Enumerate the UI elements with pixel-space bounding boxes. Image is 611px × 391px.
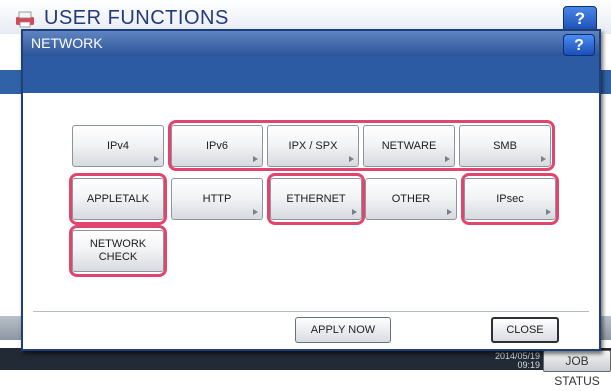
apply-now-button[interactable]: APPLY NOW — [295, 317, 391, 343]
close-button[interactable]: CLOSE — [491, 317, 559, 343]
triangle-right-icon — [253, 156, 258, 162]
netware-label: NETWARE — [381, 139, 437, 152]
other-button[interactable]: OTHER — [365, 178, 457, 220]
triangle-right-icon — [546, 209, 551, 215]
appletalk-label: APPLETALK — [86, 192, 150, 205]
network-check-label-line2: CHECK — [98, 251, 138, 263]
ipsec-button[interactable]: IPsec — [464, 178, 556, 220]
dialog-title: NETWORK — [31, 35, 103, 51]
smb-label: SMB — [493, 139, 517, 152]
job-status-button[interactable]: JOB STATUS — [543, 350, 611, 388]
triangle-right-icon — [352, 209, 357, 215]
ipsec-label: IPsec — [496, 192, 524, 205]
triangle-right-icon — [447, 209, 452, 215]
http-label: HTTP — [202, 192, 232, 205]
triangle-right-icon — [349, 156, 354, 162]
triangle-right-icon — [154, 156, 159, 162]
triangle-right-icon — [541, 156, 546, 162]
background-title: USER FUNCTIONS — [44, 7, 229, 29]
ethernet-label: ETHERNET — [286, 192, 346, 205]
dialog-info-band — [23, 56, 599, 93]
smb-button[interactable]: SMB — [459, 125, 551, 167]
ipv6-label: IPv6 — [205, 139, 228, 152]
netware-button[interactable]: NETWARE — [363, 125, 455, 167]
appletalk-button[interactable]: APPLETALK — [72, 178, 164, 220]
ethernet-button[interactable]: ETHERNET — [270, 178, 362, 220]
ipv4-label: IPv4 — [106, 139, 129, 152]
ipx-spx-label: IPX / SPX — [288, 139, 338, 152]
printer-icon — [16, 11, 34, 28]
time-text: 09:19 — [517, 360, 540, 370]
ipv4-button[interactable]: IPv4 — [72, 125, 164, 167]
ipx-spx-button[interactable]: IPX / SPX — [267, 125, 359, 167]
network-check-button[interactable]: NETWORK CHECK — [72, 230, 164, 272]
ipv6-button[interactable]: IPv6 — [171, 125, 263, 167]
network-check-label-line1: NETWORK — [89, 238, 147, 250]
help-button[interactable]: ? — [563, 34, 595, 56]
http-button[interactable]: HTTP — [171, 178, 263, 220]
triangle-right-icon — [445, 156, 450, 162]
dialog-title-bar: NETWORK ? — [23, 31, 599, 56]
divider — [33, 311, 589, 312]
datetime: 2014/05/19 09:19 — [462, 352, 540, 370]
triangle-right-icon — [253, 209, 258, 215]
network-dialog: NETWORK ? IPv4 IPv6 IPX / SPX NETWARE SM… — [21, 29, 601, 351]
network-check-label: NETWORK CHECK — [90, 238, 146, 264]
other-label: OTHER — [391, 192, 431, 205]
